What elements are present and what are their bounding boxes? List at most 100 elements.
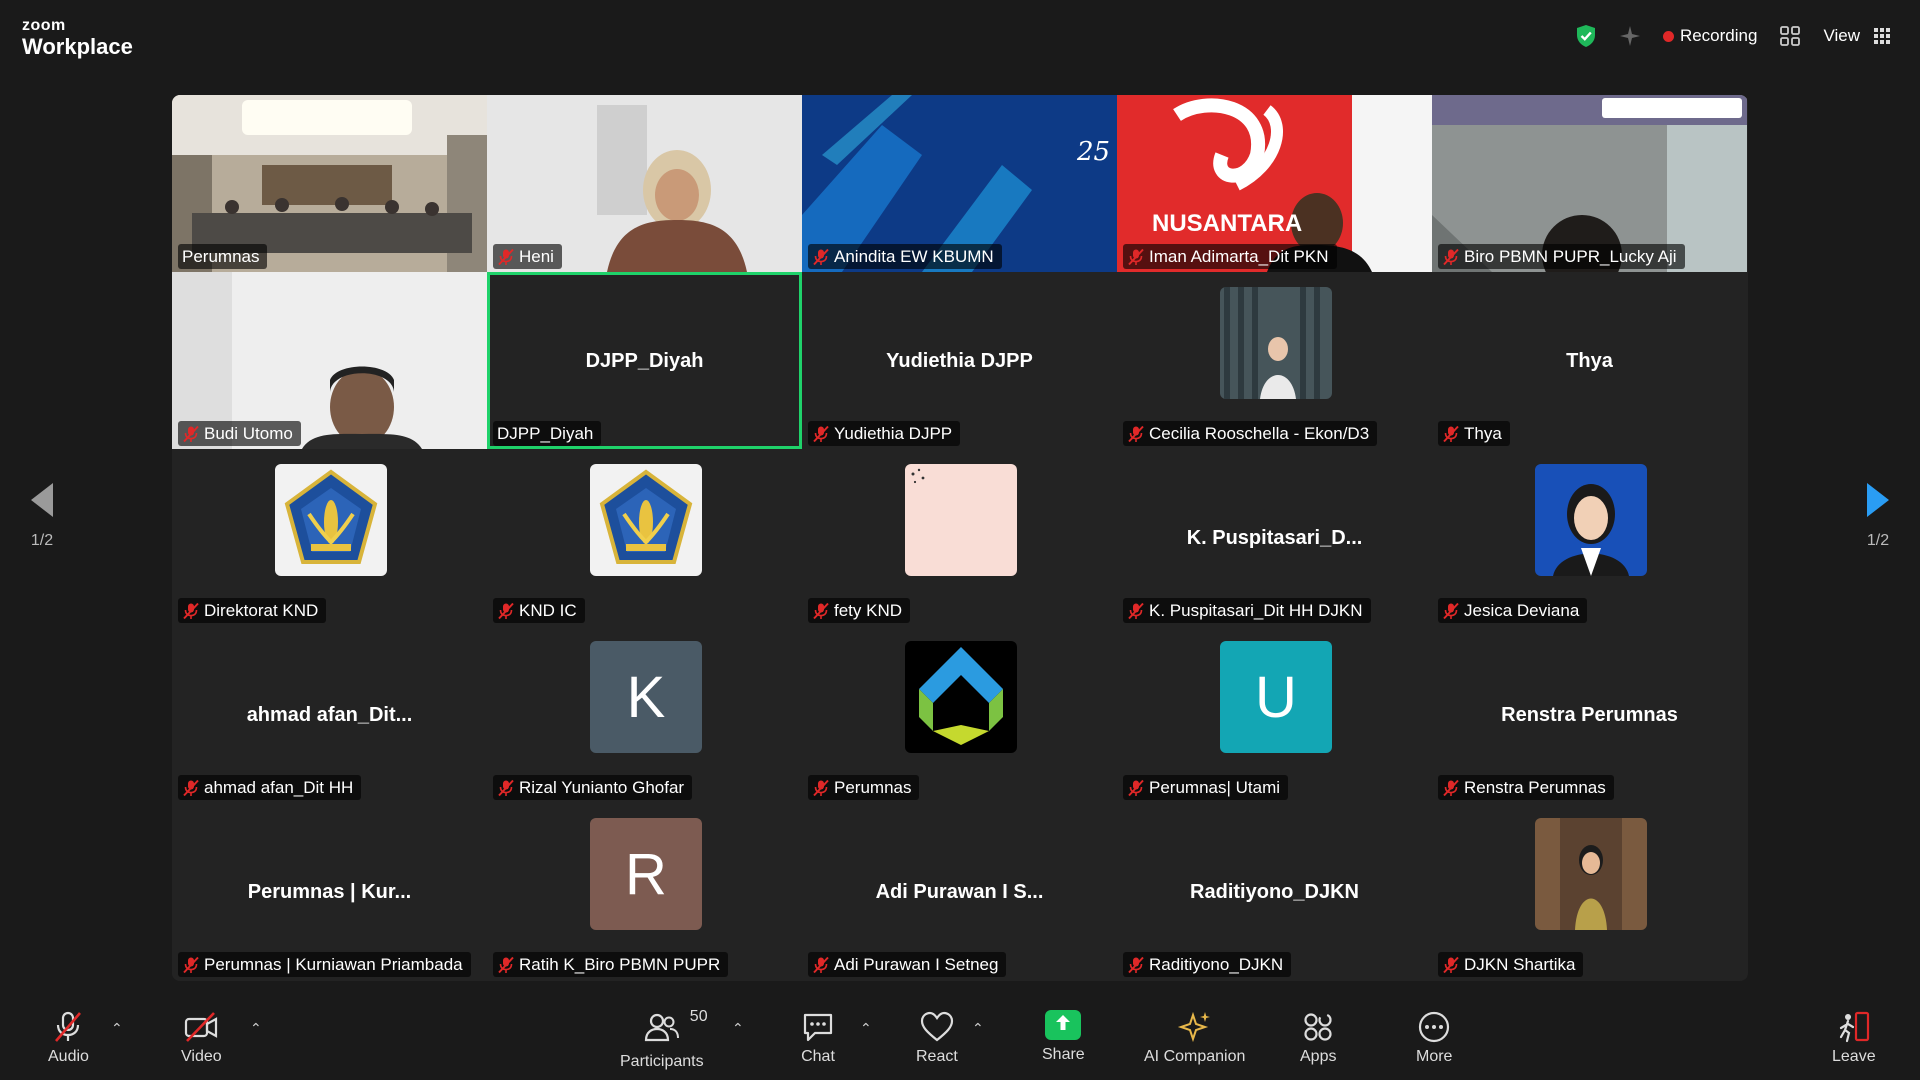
participant-name: ahmad afan_Dit HH [204,777,354,797]
participant-tile[interactable]: Biro PBMN PUPR_Lucky Aji [1432,95,1747,272]
participant-name-tag: Perumnas | Kurniawan Priambada [178,952,471,977]
participant-name-tag: DJKN Shartika [1438,952,1584,977]
avatar-emblem [590,464,702,576]
participant-tile[interactable]: K. Puspitasari_D... K. Puspitasari_Dit HH… [1117,449,1432,626]
muted-mic-icon [813,602,829,619]
participant-tile[interactable]: fety KND [802,449,1117,626]
app-logo: zoom Workplace [22,18,133,58]
participant-name: Renstra Perumnas [1464,777,1606,797]
participant-tile[interactable]: Perumnas | Kur... Perumnas | Kurniawan Pr… [172,803,487,980]
participant-name-tag: Biro PBMN PUPR_Lucky Aji [1438,244,1685,269]
more-label: More [1416,1048,1453,1065]
participant-tile[interactable]: Perumnas [172,95,487,272]
participant-name-tag: Heni [493,244,562,269]
sparkle-icon[interactable] [1619,25,1641,47]
participant-tile[interactable]: Jesica Deviana [1432,449,1747,626]
leave-label: Leave [1832,1048,1876,1065]
apps-icon [1304,1013,1332,1041]
participant-tile[interactable]: DJPP_Diyah DJPP_Diyah [487,272,802,449]
muted-mic-icon [813,779,829,796]
audio-button[interactable]: Audio [48,1010,89,1066]
participant-name: Yudiethia DJPP [834,423,953,443]
muted-mic-icon [1443,779,1459,796]
participant-name-tag: Raditiyono_DJKN [1123,952,1292,977]
participant-tile[interactable]: Direktorat KND [172,449,487,626]
react-button[interactable]: React [916,1010,958,1066]
video-options-caret[interactable]: ⌃ [250,1020,262,1037]
participants-button[interactable]: 50 Participants [620,1008,708,1071]
arrow-left-icon[interactable] [27,480,57,520]
participant-name-tag: Perumnas [178,244,268,269]
participant-name: Perumnas| Utami [1149,777,1281,797]
muted-mic-icon [1128,956,1144,973]
apps-button[interactable]: Apps [1300,1010,1336,1066]
participant-tile[interactable]: Cecilia Rooschella - Ekon/D3 [1117,272,1432,449]
participant-name-tag: KND IC [493,598,585,623]
muted-mic-icon [813,956,829,973]
participant-name-tag: Anindita EW KBUMN [808,244,1002,269]
page-indicator-right: 1/2 [1866,532,1890,549]
gallery-layout-icon[interactable] [1779,25,1801,47]
leave-door-icon [1839,1011,1869,1043]
muted-mic-icon [1443,602,1459,619]
video-button[interactable]: Video [181,1010,222,1066]
participant-name-tag: Iman Adimarta_Dit PKN [1123,244,1337,269]
participant-name-tag: Ratih K_Biro PBMN PUPR [493,952,729,977]
participant-display-name: Yudiethia DJPP [886,350,1033,372]
participant-tile[interactable]: Adi Purawan I S... Adi Purawan I Setneg [802,803,1117,980]
share-button[interactable]: Share [1042,1010,1085,1064]
muted-mic-icon [183,779,199,796]
security-shield-icon[interactable] [1575,24,1597,48]
participant-tile[interactable]: 25 Anindita EW KBUMN [802,95,1117,272]
participant-display-name: Thya [1566,350,1613,372]
participant-name-tag: Cecilia Rooschella - Ekon/D3 [1123,421,1378,446]
participants-options-caret[interactable]: ⌃ [732,1020,744,1037]
leave-button[interactable]: Leave [1832,1010,1876,1066]
participant-name-tag: fety KND [808,598,911,623]
participant-name: Raditiyono_DJKN [1149,954,1284,974]
react-label: React [916,1048,958,1065]
participant-tile[interactable]: Renstra Perumnas Renstra Perumnas [1432,626,1747,803]
participant-tile[interactable]: Yudiethia DJPP Yudiethia DJPP [802,272,1117,449]
participant-name: Heni [519,246,554,266]
participant-tile[interactable]: K Rizal Yunianto Ghofar [487,626,802,803]
participant-tile[interactable]: Raditiyono_DJKN Raditiyono_DJKN [1117,803,1432,980]
arrow-right-icon[interactable] [1863,480,1893,520]
participant-display-name: Perumnas | Kur... [247,881,412,903]
heart-icon [920,1011,953,1042]
participant-tile[interactable]: KND IC [487,449,802,626]
participant-name: Jesica Deviana [1464,600,1580,620]
participant-name: Rizal Yunianto Ghofar [519,777,685,797]
react-options-caret[interactable]: ⌃ [972,1020,984,1037]
participant-tile[interactable]: Budi Utomo [172,272,487,449]
audio-options-caret[interactable]: ⌃ [111,1020,123,1037]
participant-name-tag: ahmad afan_Dit HH [178,775,362,800]
grid-view-icon [1874,28,1890,44]
participant-tile[interactable]: ahmad afan_Dit... ahmad afan_Dit HH [172,626,487,803]
participant-name-tag: Budi Utomo [178,421,301,446]
avatar-letter: R [590,818,702,930]
chat-options-caret[interactable]: ⌃ [860,1020,872,1037]
participant-display-name: Raditiyono_DJKN [1190,881,1359,903]
more-button[interactable]: More [1416,1010,1452,1066]
recording-indicator[interactable]: Recording [1662,26,1757,46]
participant-tile[interactable]: Thya Thya [1432,272,1747,449]
participant-tile[interactable]: DJKN Shartika [1432,803,1747,980]
participant-tile[interactable]: Heni [487,95,802,272]
previous-page-nav[interactable]: 1/2 [2,480,82,600]
participant-tile[interactable]: U Perumnas| Utami [1117,626,1432,803]
microphone-muted-icon [55,1011,82,1042]
view-button[interactable]: View [1823,26,1890,46]
participant-name: Adi Purawan I Setneg [834,954,999,974]
participant-tile[interactable]: Perumnas [802,626,1117,803]
avatar-letter: U [1220,641,1332,753]
participant-name-tag: Rizal Yunianto Ghofar [493,775,693,800]
avatar-emblem [275,464,387,576]
chat-button[interactable]: Chat [800,1010,836,1066]
avatar-photo [1535,818,1647,930]
ai-companion-button[interactable]: AI Companion [1144,1010,1245,1066]
muted-mic-icon [813,248,829,265]
participant-tile[interactable]: R Ratih K_Biro PBMN PUPR [487,803,802,980]
participant-tile[interactable]: NUSANTARA Iman Adimarta_Dit PKN [1117,95,1432,272]
next-page-nav[interactable]: 1/2 [1838,480,1918,600]
